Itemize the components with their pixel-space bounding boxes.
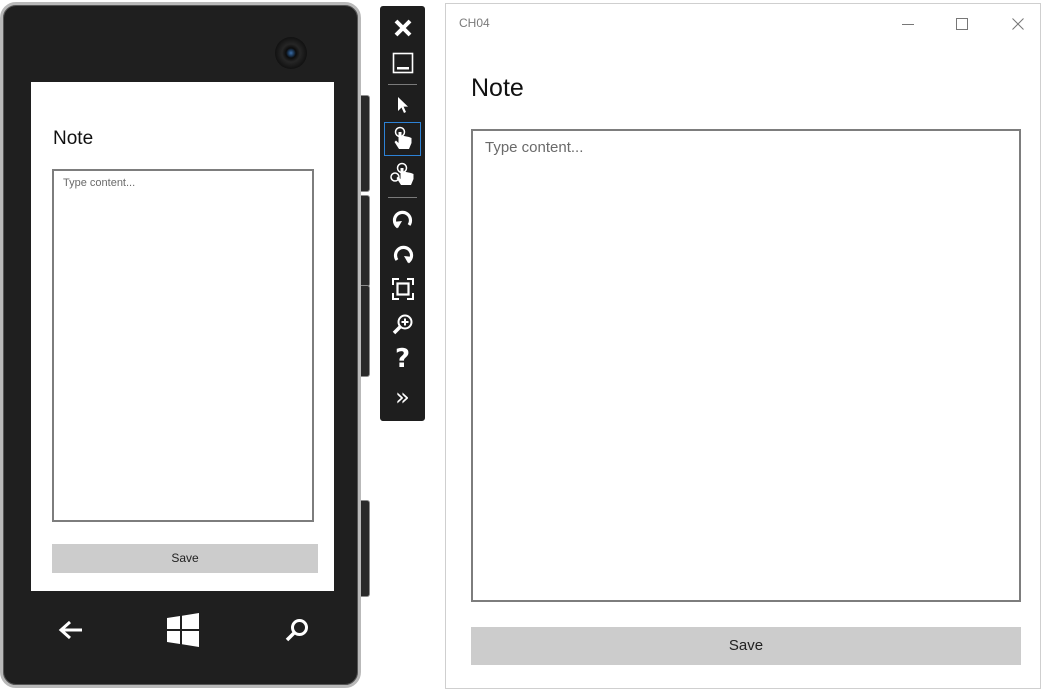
minimize-button[interactable]	[384, 46, 421, 80]
volume-button[interactable]	[361, 95, 370, 192]
phone-screen: Note Type content... Save	[31, 82, 334, 591]
windows-logo-icon	[167, 613, 199, 647]
multi-touch-icon	[389, 162, 413, 185]
side-button[interactable]	[361, 285, 370, 377]
pointer-icon	[397, 97, 408, 113]
single-touch-button[interactable]	[384, 122, 421, 156]
maximize-icon	[956, 18, 968, 30]
close-button[interactable]	[384, 11, 421, 45]
phone-content-input[interactable]: Type content...	[52, 169, 314, 522]
window-close-button[interactable]	[998, 9, 1038, 39]
content-input[interactable]: Type content...	[471, 129, 1021, 602]
window-maximize-button[interactable]	[942, 9, 982, 39]
camera-icon	[275, 37, 307, 69]
save-button[interactable]: Save	[471, 627, 1021, 665]
expand-tools-icon: »	[395, 383, 410, 411]
zoom-icon	[392, 314, 412, 335]
phone-navbar	[31, 600, 334, 670]
back-button[interactable]	[41, 600, 101, 660]
search-button[interactable]	[267, 600, 327, 660]
start-button[interactable]	[153, 600, 213, 660]
fit-to-screen-icon	[391, 278, 414, 300]
single-touch-icon	[394, 126, 411, 149]
rotate-right-icon	[393, 245, 413, 264]
rotate-left-icon	[392, 210, 412, 229]
rotate-left-button[interactable]	[384, 202, 421, 236]
page-title: Note	[471, 74, 524, 102]
close-icon	[394, 19, 411, 37]
rotate-right-button[interactable]	[384, 237, 421, 271]
phone-emulator: Note Type content... Save	[0, 2, 361, 688]
minimize-icon	[902, 24, 914, 25]
mouse-input-button[interactable]	[384, 88, 421, 122]
phone-content-placeholder: Type content...	[63, 177, 136, 189]
help-button[interactable]: ?	[384, 342, 421, 376]
emulator-toolbar: ? »	[380, 6, 425, 421]
power-button[interactable]	[361, 195, 370, 287]
app-window: CH04 Note Type content... Save	[445, 3, 1041, 689]
close-icon	[1012, 18, 1024, 30]
expand-tools-button[interactable]: »	[384, 380, 421, 414]
multi-touch-button[interactable]	[384, 158, 421, 192]
minimize-icon	[392, 52, 413, 74]
fit-to-screen-button[interactable]	[384, 272, 421, 306]
camera-button[interactable]	[361, 500, 370, 597]
window-title: CH04	[459, 16, 490, 30]
phone-page-title: Note	[53, 128, 94, 149]
window-minimize-button[interactable]	[888, 9, 928, 39]
back-arrow-icon	[58, 620, 82, 640]
content-placeholder: Type content...	[485, 139, 584, 156]
phone-save-button[interactable]: Save	[52, 544, 318, 573]
zoom-button[interactable]	[384, 307, 421, 341]
search-icon	[285, 619, 308, 642]
help-icon: ?	[394, 344, 411, 374]
